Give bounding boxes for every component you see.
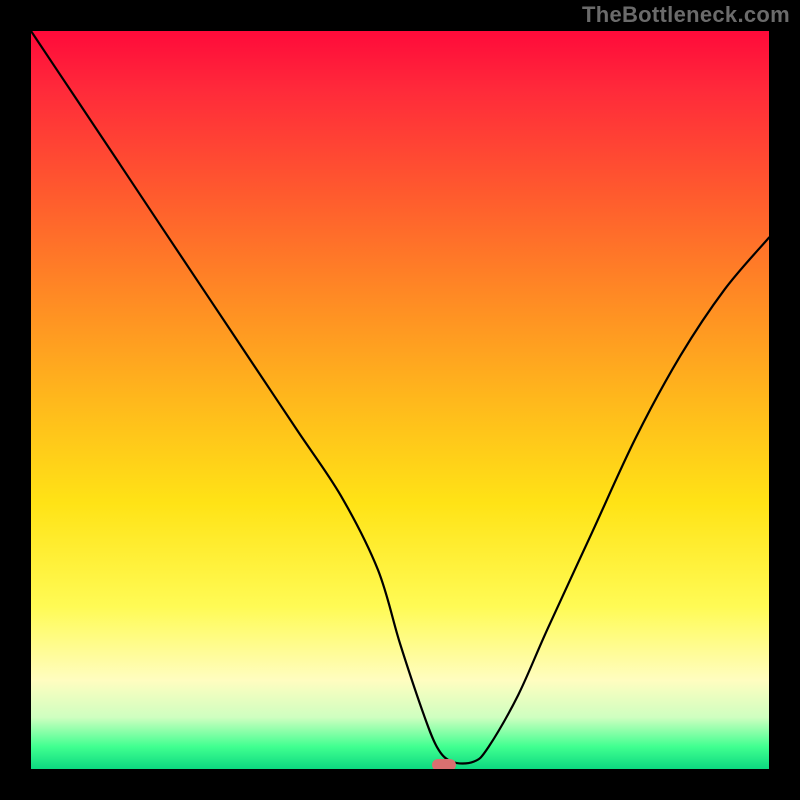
bottleneck-curve	[31, 31, 769, 769]
plot-area	[31, 31, 769, 769]
optimum-marker	[432, 759, 456, 769]
watermark-text: TheBottleneck.com	[582, 2, 790, 28]
chart-frame: TheBottleneck.com	[0, 0, 800, 800]
